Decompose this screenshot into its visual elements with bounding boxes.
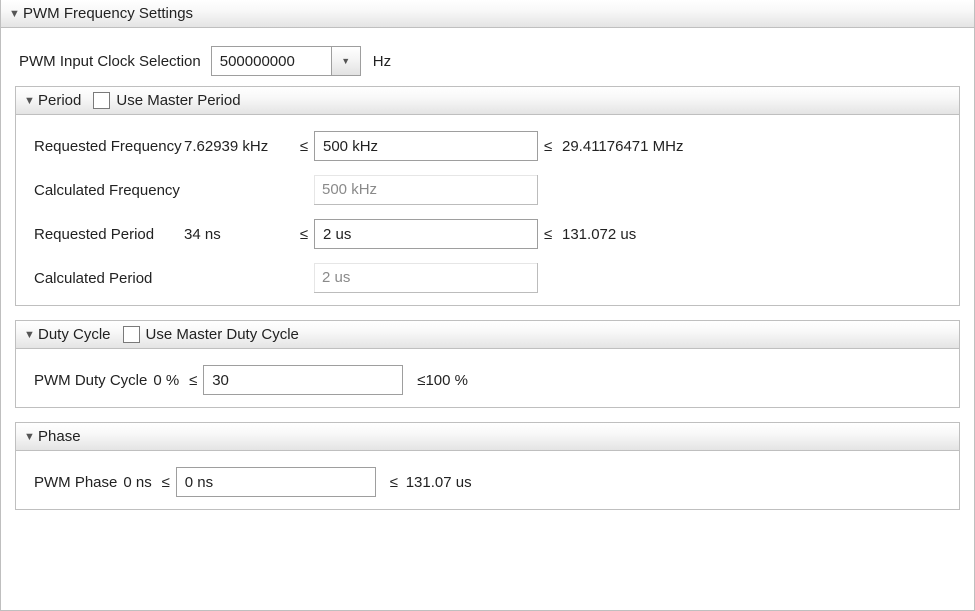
main-header[interactable]: ▼ PWM Frequency Settings bbox=[1, 0, 974, 28]
period-title: Period bbox=[38, 92, 81, 109]
calc-freq-label: Calculated Frequency bbox=[34, 182, 184, 199]
le-symbol: ≤ bbox=[156, 474, 176, 491]
chevron-down-icon: ▼ bbox=[24, 95, 38, 107]
duty-min: 0 % bbox=[153, 372, 179, 389]
chevron-down-icon: ▼ bbox=[9, 8, 23, 20]
calculated-frequency-row: Calculated Frequency bbox=[34, 175, 941, 205]
clock-label: PWM Input Clock Selection bbox=[19, 53, 201, 70]
duty-max: 100 % bbox=[425, 372, 468, 389]
req-period-label: Requested Period bbox=[34, 226, 184, 243]
pwm-frequency-settings-panel: ▼ PWM Frequency Settings PWM Input Clock… bbox=[0, 0, 975, 611]
req-period-input[interactable] bbox=[314, 219, 538, 249]
calc-period-value bbox=[314, 263, 538, 293]
chevron-down-icon: ▼ bbox=[24, 329, 38, 341]
period-header[interactable]: ▼ Period Use Master Period bbox=[16, 87, 959, 115]
le-symbol: ≤ bbox=[390, 474, 406, 491]
duty-cycle-row: PWM Duty Cycle 0 % ≤ ≤ 100 % bbox=[34, 365, 941, 395]
le-symbol: ≤ bbox=[538, 138, 562, 155]
req-freq-input[interactable] bbox=[314, 131, 538, 161]
phase-title: Phase bbox=[38, 428, 81, 445]
le-symbol: ≤ bbox=[183, 372, 203, 389]
clock-combo[interactable]: 500000000 ▼ bbox=[211, 46, 361, 76]
chevron-down-icon: ▼ bbox=[24, 431, 38, 443]
use-master-duty-label: Use Master Duty Cycle bbox=[146, 326, 299, 343]
calculated-period-row: Calculated Period bbox=[34, 263, 941, 293]
clock-selection-row: PWM Input Clock Selection 500000000 ▼ Hz bbox=[19, 46, 956, 76]
duty-header[interactable]: ▼ Duty Cycle Use Master Duty Cycle bbox=[16, 321, 959, 349]
requested-frequency-row: Requested Frequency 7.62939 kHz ≤ ≤ 29.4… bbox=[34, 131, 941, 161]
duty-label: PWM Duty Cycle bbox=[34, 372, 147, 389]
use-master-duty-checkbox[interactable] bbox=[123, 326, 140, 343]
le-symbol: ≤ bbox=[538, 226, 562, 243]
req-period-max: 131.072 us bbox=[562, 226, 941, 243]
phase-section: ▼ Phase PWM Phase 0 ns ≤ ≤ 131.07 us bbox=[15, 422, 960, 510]
phase-label: PWM Phase bbox=[34, 474, 117, 491]
use-master-period-checkbox[interactable] bbox=[93, 92, 110, 109]
le-symbol: ≤ bbox=[417, 372, 425, 389]
req-freq-min: 7.62939 kHz bbox=[184, 138, 294, 155]
calc-period-label: Calculated Period bbox=[34, 270, 184, 287]
phase-max: 131.07 us bbox=[406, 474, 472, 491]
duty-input[interactable] bbox=[203, 365, 403, 395]
phase-input[interactable] bbox=[176, 467, 376, 497]
calc-freq-value bbox=[314, 175, 538, 205]
req-freq-label: Requested Frequency bbox=[34, 138, 184, 155]
period-section: ▼ Period Use Master Period Requested Fre… bbox=[15, 86, 960, 306]
dropdown-icon[interactable]: ▼ bbox=[331, 46, 361, 76]
duty-title: Duty Cycle bbox=[38, 326, 111, 343]
duty-cycle-section: ▼ Duty Cycle Use Master Duty Cycle PWM D… bbox=[15, 320, 960, 408]
use-master-period-label: Use Master Period bbox=[116, 92, 240, 109]
le-symbol: ≤ bbox=[294, 138, 314, 155]
le-symbol: ≤ bbox=[294, 226, 314, 243]
main-title: PWM Frequency Settings bbox=[23, 5, 193, 22]
clock-unit: Hz bbox=[373, 53, 391, 70]
clock-value[interactable]: 500000000 bbox=[211, 46, 331, 76]
requested-period-row: Requested Period 34 ns ≤ ≤ 131.072 us bbox=[34, 219, 941, 249]
phase-header[interactable]: ▼ Phase bbox=[16, 423, 959, 451]
phase-row: PWM Phase 0 ns ≤ ≤ 131.07 us bbox=[34, 467, 941, 497]
req-period-min: 34 ns bbox=[184, 226, 294, 243]
phase-min: 0 ns bbox=[123, 474, 151, 491]
req-freq-max: 29.41176471 MHz bbox=[562, 138, 941, 155]
